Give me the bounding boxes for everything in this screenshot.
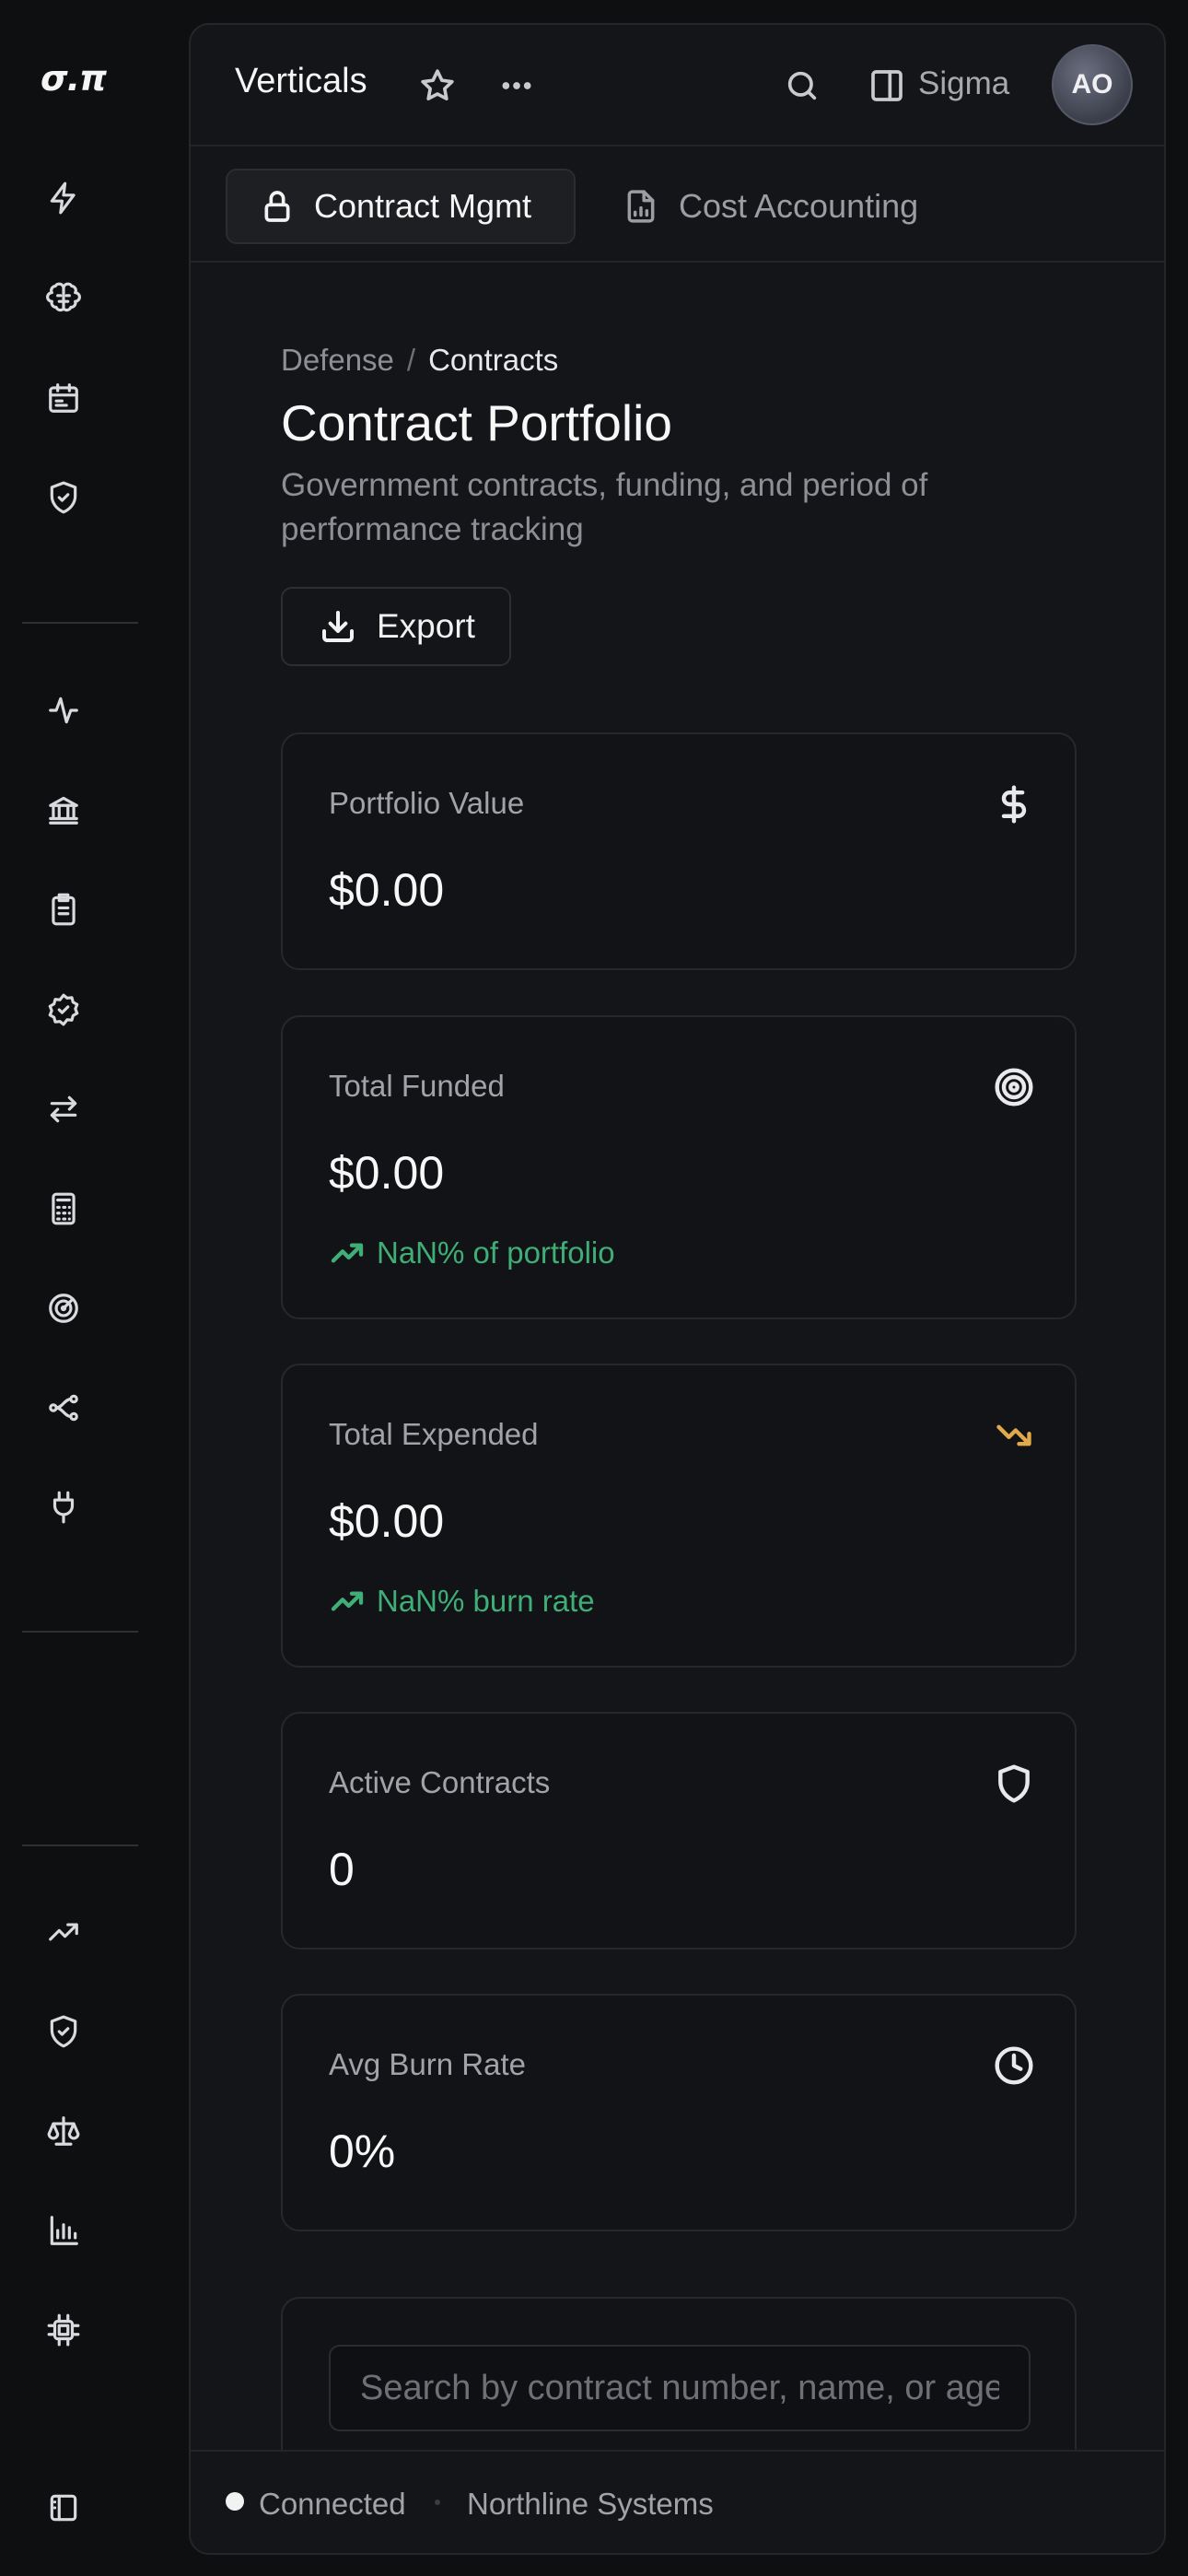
trend-text: NaN% of portfolio [377, 1235, 615, 1270]
favorite-star-icon[interactable] [413, 62, 461, 110]
shield-icon [994, 1763, 1034, 1804]
tabs-bar: Contract Mgmt Cost Accounting [191, 145, 1164, 263]
connection-status-dot [226, 2492, 244, 2511]
card-value: 0 [329, 1844, 355, 1895]
rail-trending-up-icon[interactable] [37, 1905, 90, 1959]
rail-calendar-icon[interactable] [37, 371, 90, 425]
card-value: $0.00 [329, 864, 445, 916]
panel-toggle-icon[interactable] [863, 62, 911, 110]
rail-shield-check-icon[interactable] [37, 2005, 90, 2058]
rail-clipboard-icon[interactable] [37, 883, 90, 936]
trend-text: NaN% burn rate [377, 1584, 595, 1618]
rail-radar-icon[interactable] [37, 1282, 90, 1335]
status-bar: Connected Northline Systems [191, 2450, 1164, 2553]
rail-brain-icon[interactable] [37, 272, 90, 325]
lock-icon [264, 191, 290, 222]
page-subtitle: Government contracts, funding, and perio… [281, 467, 928, 547]
top-bar: Verticals Sigma AO [191, 25, 1164, 145]
user-avatar[interactable]: AO [1052, 44, 1133, 125]
card-trend: NaN% of portfolio [329, 1235, 615, 1271]
status-separator [435, 2500, 440, 2505]
active-contracts-card: Active Contracts 0 [281, 1712, 1077, 1950]
card-label: Total Expended [329, 1417, 539, 1451]
download-icon [322, 611, 354, 642]
card-label: Portfolio Value [329, 786, 525, 820]
rail-bank-icon[interactable] [37, 783, 90, 837]
search-input[interactable] [329, 2345, 1031, 2431]
clock-icon [994, 2045, 1034, 2086]
total-funded-card: Total Funded $0.00 NaN% of portfolio [281, 1015, 1077, 1319]
card-label: Active Contracts [329, 1765, 551, 1799]
rail-badge-check-icon[interactable] [37, 983, 90, 1036]
avg-burn-rate-card: Avg Burn Rate 0% [281, 1994, 1077, 2231]
trending-up-icon [331, 1591, 364, 1611]
card-label: Total Funded [329, 1069, 505, 1103]
tab-cost-accounting[interactable]: Cost Accounting [614, 169, 983, 244]
dollar-icon [994, 784, 1034, 825]
export-label: Export [377, 607, 475, 645]
card-value: $0.00 [329, 1495, 445, 1547]
portfolio-value-card: Portfolio Value $0.00 [281, 732, 1077, 970]
card-value: $0.00 [329, 1147, 445, 1199]
card-value: 0% [329, 2125, 396, 2177]
total-expended-card: Total Expended $0.00 NaN% burn rate [281, 1364, 1077, 1668]
card-label: Avg Burn Rate [329, 2047, 527, 2081]
rail-bar-chart-icon[interactable] [37, 2204, 90, 2257]
breadcrumb-separator: / [406, 343, 416, 377]
rail-activity-icon[interactable] [37, 684, 90, 737]
target-icon [994, 1067, 1034, 1107]
rail-plug-icon[interactable] [37, 1481, 90, 1534]
breadcrumb-current: Contracts [428, 343, 559, 377]
tab-label: Cost Accounting [679, 187, 919, 225]
rail-cpu-icon[interactable] [37, 2303, 90, 2357]
rail-scale-icon[interactable] [37, 2104, 90, 2158]
page-section-title: Verticals [235, 62, 367, 100]
rail-sidebar-toggle-icon[interactable] [37, 2481, 90, 2535]
search-icon[interactable] [778, 62, 826, 110]
workspace-name[interactable]: Sigma [918, 65, 1009, 102]
breadcrumb: Defense / Contracts [281, 343, 558, 378]
file-chart-icon [627, 190, 655, 223]
trending-down-icon [994, 1415, 1034, 1456]
card-trend: NaN% burn rate [329, 1583, 595, 1620]
rail-transfer-icon[interactable] [37, 1083, 90, 1136]
app-logo[interactable]: σ.π [41, 55, 118, 101]
tab-contract-mgmt[interactable]: Contract Mgmt [226, 169, 576, 244]
rail-divider [22, 1631, 138, 1633]
page-title: Contract Portfolio [281, 394, 672, 451]
connection-status: Connected [259, 2487, 406, 2521]
trending-up-icon [331, 1243, 364, 1263]
rail-divider [22, 1844, 138, 1846]
rail-divider [22, 622, 138, 624]
more-options-icon[interactable] [493, 62, 541, 110]
left-rail: σ.π [0, 0, 188, 2576]
main-panel: Verticals Sigma AO Contract Mgmt Cost Ac… [189, 23, 1166, 2555]
rail-shield-check-icon[interactable] [37, 471, 90, 524]
tab-label: Contract Mgmt [314, 187, 532, 225]
rail-calculator-icon[interactable] [37, 1182, 90, 1235]
rail-workflow-icon[interactable] [37, 1381, 90, 1434]
export-button[interactable]: Export [281, 587, 511, 666]
breadcrumb-parent[interactable]: Defense [281, 343, 394, 377]
organization-name: Northline Systems [467, 2487, 714, 2521]
rail-lightning-icon[interactable] [37, 171, 90, 225]
